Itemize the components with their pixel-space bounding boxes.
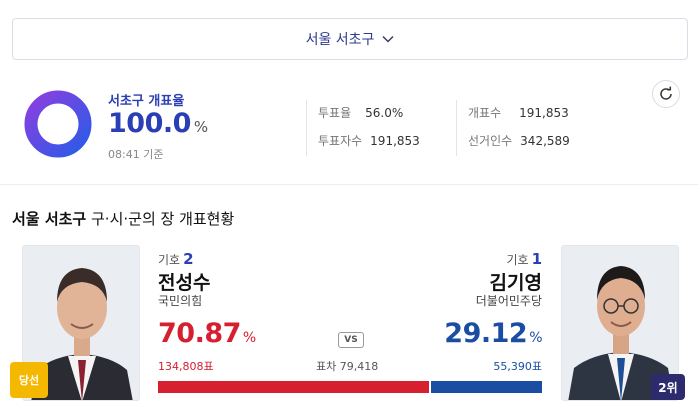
section-divider [0,184,698,185]
region-label: 서울 서초구 [305,32,375,48]
vote-share-bar [158,381,542,393]
candidate-percent-kim: 29.12% [444,318,542,349]
region-dropdown[interactable]: 서울 서초구 [12,18,688,60]
counted-stat: 개표수 191,853 [468,106,569,120]
candidate-party-jeon: 국민의힘 [158,294,203,308]
count-rate-title: 서초구 개표율 [108,94,185,109]
candidate-party-kim: 더불어민주당 [475,294,542,308]
divider [306,100,307,156]
count-summary: 서초구 개표율 100.0% 08:41 기준 투표율 56.0% 투표자수 191… [22,80,688,166]
candidate-name-kim: 김기영 [489,272,542,294]
divider [456,100,457,156]
electorate-stat: 선거인수 342,589 [468,134,570,148]
count-progress-donut [24,90,92,158]
vote-margin: 표차 79,418 [316,360,379,373]
count-rate-value: 100.0% [108,108,208,139]
refresh-button[interactable] [652,80,680,108]
vote-share-bar-kim [431,381,542,393]
candidate-percent-jeon: 70.87% [158,318,256,349]
candidate-votes-jeon: 134,808표 [158,360,214,373]
turnout-stat: 투표율 56.0% [318,106,404,120]
candidate-name-jeon: 전성수 [158,272,211,294]
candidate-votes-kim: 55,390표 [493,360,542,373]
vs-label: VS [338,332,364,348]
voters-stat: 투표자수 191,853 [318,134,420,148]
vote-share-bar-jeon [158,381,429,393]
winner-badge: 당선 [10,362,48,398]
section-title: 서울 서초구 구·시·군의 장 개표현황 [12,210,235,228]
refresh-icon [660,86,672,100]
candidate-number-kim: 기호 1 [506,250,542,268]
chevron-down-icon [382,35,394,43]
candidate-number-jeon: 기호 2 [158,250,194,268]
count-time: 08:41 기준 [108,148,164,161]
rank-badge: 2위 [651,374,685,400]
